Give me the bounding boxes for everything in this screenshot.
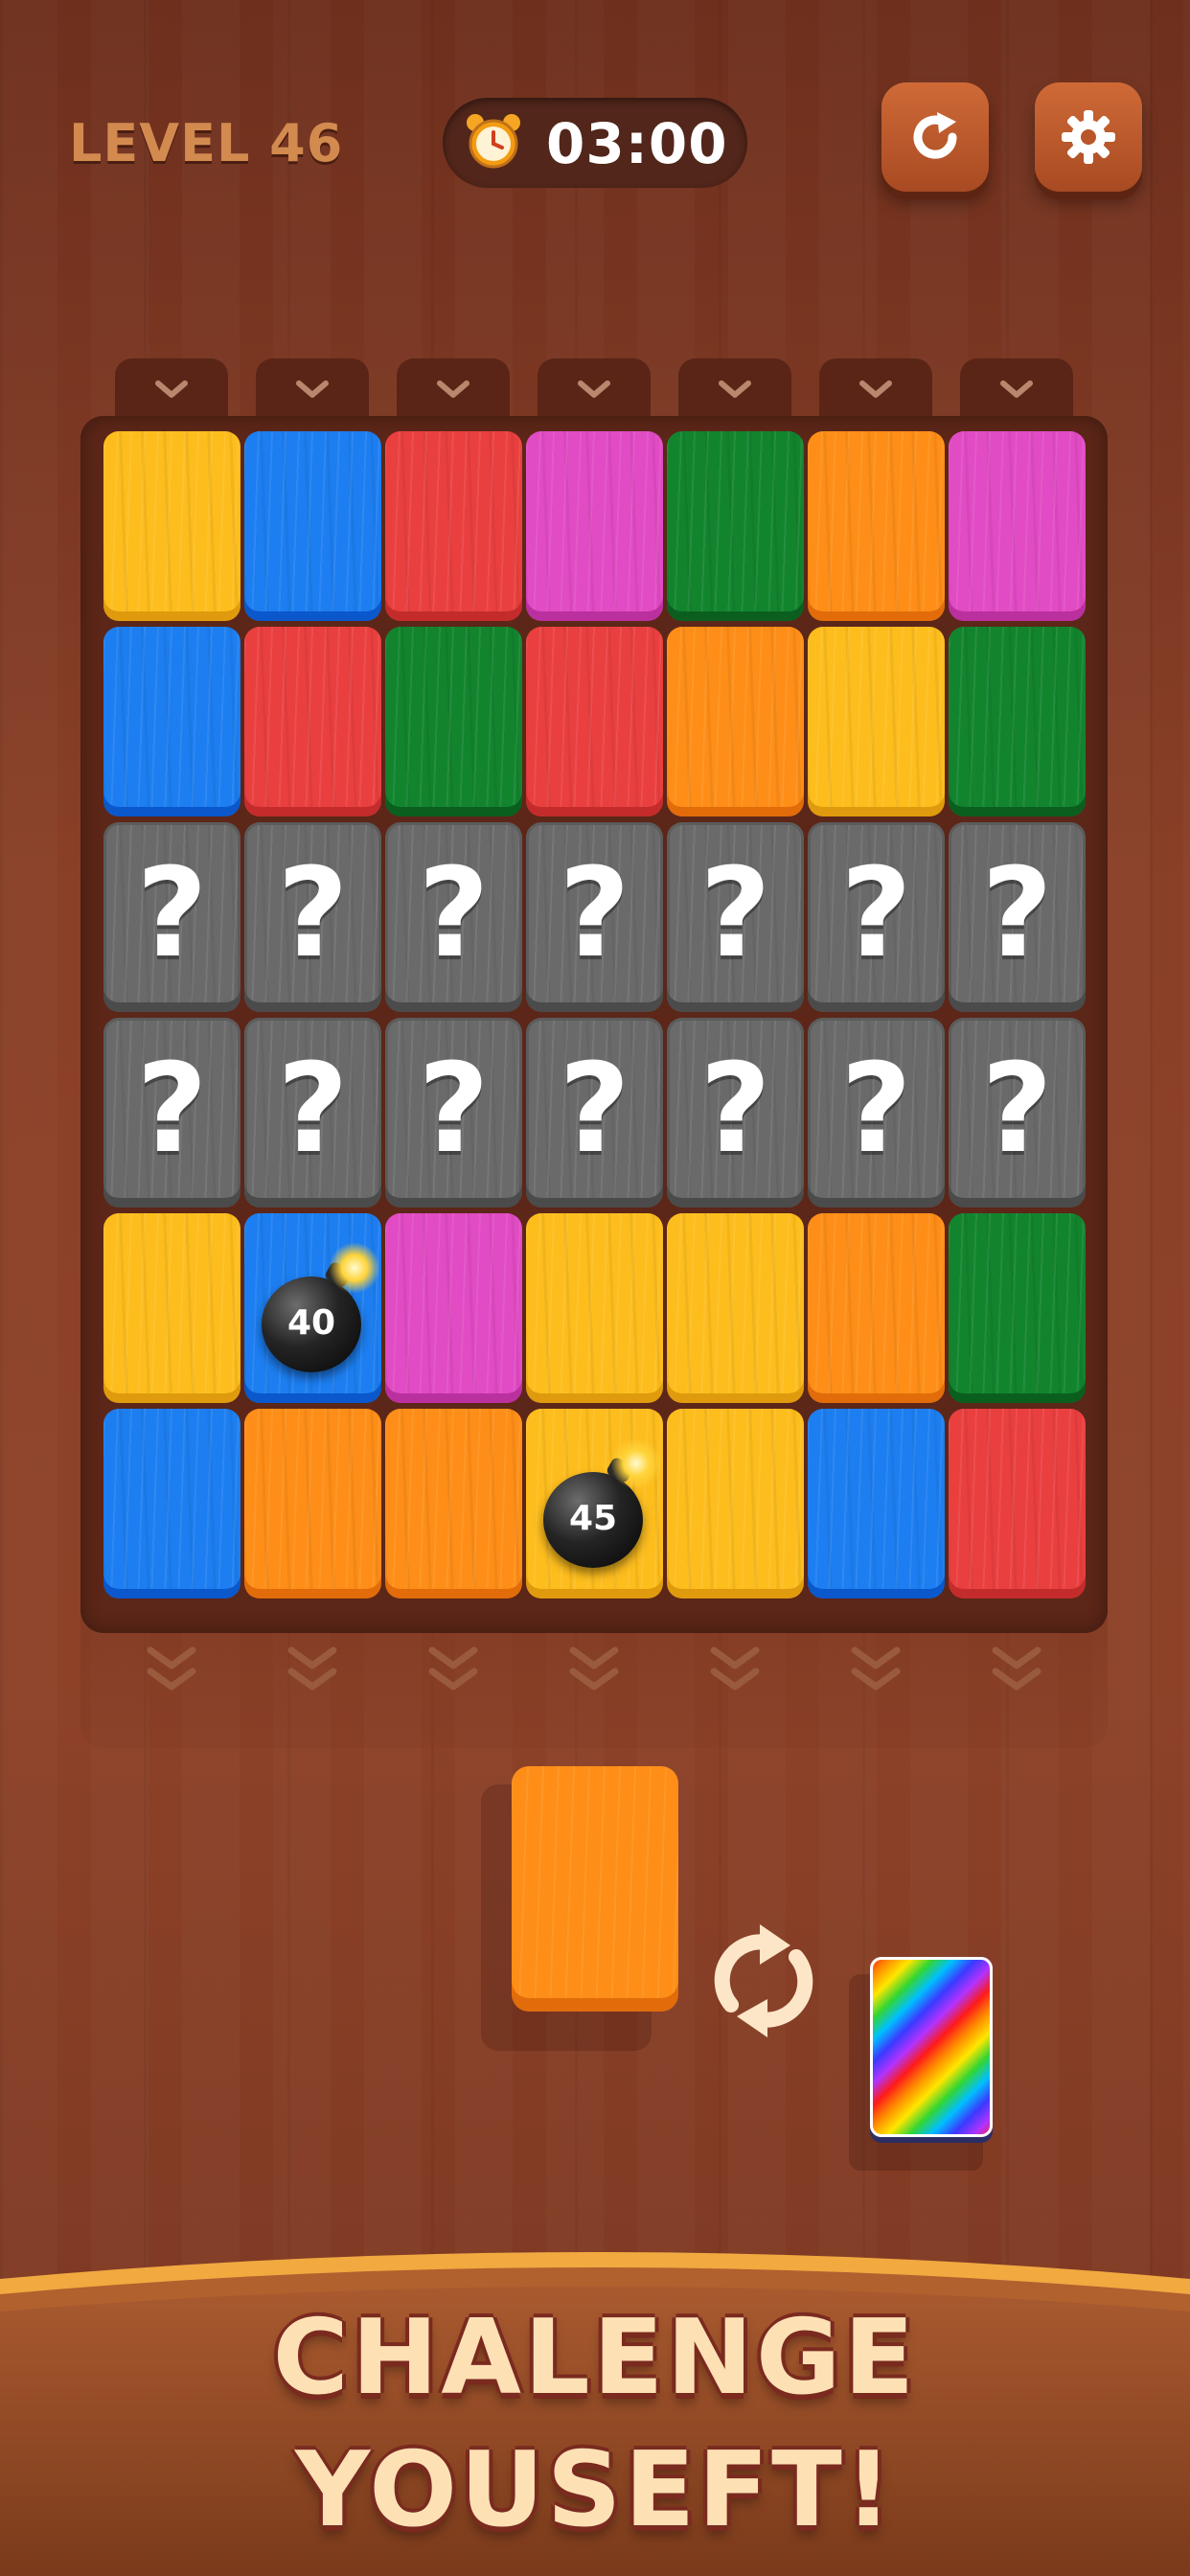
orange-tile[interactable] (385, 1409, 522, 1598)
drop-arrow-6 (847, 1641, 904, 1702)
green-tile[interactable] (667, 431, 804, 621)
hidden-tile[interactable]: ? (949, 1018, 1086, 1208)
yellow-tile[interactable] (808, 627, 945, 816)
red-tile[interactable] (526, 627, 663, 816)
swap-cycle-icon[interactable] (704, 1917, 823, 2045)
hidden-tile[interactable]: ? (949, 822, 1086, 1012)
question-mark-icon: ? (840, 1038, 912, 1181)
drop-arrow-1 (143, 1641, 200, 1702)
hidden-tile[interactable]: ? (103, 1018, 240, 1208)
red-tile[interactable] (244, 627, 381, 816)
hidden-tile[interactable]: ? (526, 822, 663, 1012)
question-mark-icon: ? (699, 842, 771, 985)
double-chevron-down-icon (569, 1646, 619, 1690)
question-mark-icon: ? (981, 842, 1053, 985)
question-mark-icon: ? (559, 842, 630, 985)
blue-tile[interactable] (808, 1409, 945, 1598)
hidden-tile[interactable]: ? (667, 822, 804, 1012)
double-chevron-down-icon (851, 1646, 901, 1690)
blue-tile[interactable] (103, 1409, 240, 1598)
hidden-tile[interactable]: ? (808, 822, 945, 1012)
yellow-tile[interactable] (667, 1409, 804, 1598)
hidden-tile[interactable]: ? (385, 1018, 522, 1208)
blue-tile[interactable] (244, 431, 381, 621)
hidden-tile[interactable]: ? (244, 1018, 381, 1208)
chevron-down-icon (1000, 380, 1033, 398)
blue-tile[interactable] (103, 627, 240, 816)
bomb-counter: 45 (568, 1499, 618, 1538)
double-chevron-down-icon (147, 1646, 196, 1690)
chevron-down-icon (296, 380, 329, 398)
alarm-clock-icon (467, 114, 520, 169)
gear-icon (1062, 110, 1115, 164)
yellow-tile[interactable] (526, 1213, 663, 1403)
hidden-tile[interactable]: ? (667, 1018, 804, 1208)
rainbow-card[interactable] (870, 1957, 993, 2137)
double-chevron-down-icon (428, 1646, 478, 1690)
question-mark-icon: ? (699, 1038, 771, 1181)
banner-line-2: YOUSEFT! (294, 2430, 896, 2550)
chevron-down-icon (578, 380, 610, 398)
restart-icon (913, 112, 957, 159)
drop-arrow-3 (424, 1641, 482, 1702)
yellow-tile[interactable] (103, 1213, 240, 1403)
orange-tile[interactable] (808, 431, 945, 621)
green-tile[interactable] (949, 1213, 1086, 1403)
question-mark-icon: ? (418, 842, 490, 985)
orange-tile[interactable] (244, 1409, 381, 1598)
next-tile[interactable] (512, 1766, 678, 2012)
hidden-tile[interactable]: ? (808, 1018, 945, 1208)
question-mark-icon: ? (559, 1038, 630, 1181)
drop-arrow-5 (706, 1641, 764, 1702)
hidden-tile[interactable]: ? (385, 822, 522, 1012)
drop-arrow-7 (988, 1641, 1045, 1702)
question-mark-icon: ? (840, 842, 912, 985)
orange-tile[interactable] (808, 1213, 945, 1403)
double-chevron-down-icon (992, 1646, 1041, 1690)
yellow-tile[interactable] (667, 1213, 804, 1403)
double-chevron-down-icon (287, 1646, 337, 1690)
challenge-banner: CHALENGE YOUSEFT! (0, 2241, 1190, 2576)
orange-tile[interactable] (667, 627, 804, 816)
question-mark-icon: ? (277, 842, 349, 985)
bomb-counter: 40 (286, 1303, 336, 1343)
restart-button[interactable] (881, 82, 989, 192)
hidden-tile[interactable]: ? (103, 822, 240, 1012)
question-mark-icon: ? (981, 1038, 1053, 1181)
hidden-tile[interactable]: ? (244, 822, 381, 1012)
fuse-spark (610, 1438, 662, 1489)
question-mark-icon: ? (136, 1038, 208, 1181)
double-chevron-down-icon (710, 1646, 760, 1690)
timer-value: 03:00 (546, 111, 728, 176)
chevron-down-icon (155, 380, 188, 398)
top-bar: LEVEL 46 03:00 (0, 0, 1190, 220)
drop-arrow-2 (284, 1641, 341, 1702)
magenta-tile[interactable] (526, 431, 663, 621)
magenta-tile[interactable] (949, 431, 1086, 621)
level-label: LEVEL 46 (69, 113, 344, 173)
red-tile[interactable] (949, 1409, 1086, 1598)
settings-button[interactable] (1035, 82, 1142, 192)
chevron-down-icon (859, 380, 892, 398)
banner-line-1: CHALENGE (272, 2298, 918, 2418)
timer: 03:00 (443, 98, 747, 188)
fuse-spark (329, 1242, 380, 1294)
hidden-tile[interactable]: ? (526, 1018, 663, 1208)
magenta-tile[interactable] (385, 1213, 522, 1403)
green-tile[interactable] (385, 627, 522, 816)
chevron-down-icon (437, 380, 469, 398)
question-mark-icon: ? (418, 1038, 490, 1181)
question-mark-icon: ? (136, 842, 208, 985)
chevron-down-icon (719, 380, 751, 398)
red-tile[interactable] (385, 431, 522, 621)
yellow-tile[interactable] (103, 431, 240, 621)
drop-arrow-4 (565, 1641, 623, 1702)
tile-grid: ?????????????? 40 45 (103, 431, 1086, 1616)
green-tile[interactable] (949, 627, 1086, 816)
question-mark-icon: ? (277, 1038, 349, 1181)
